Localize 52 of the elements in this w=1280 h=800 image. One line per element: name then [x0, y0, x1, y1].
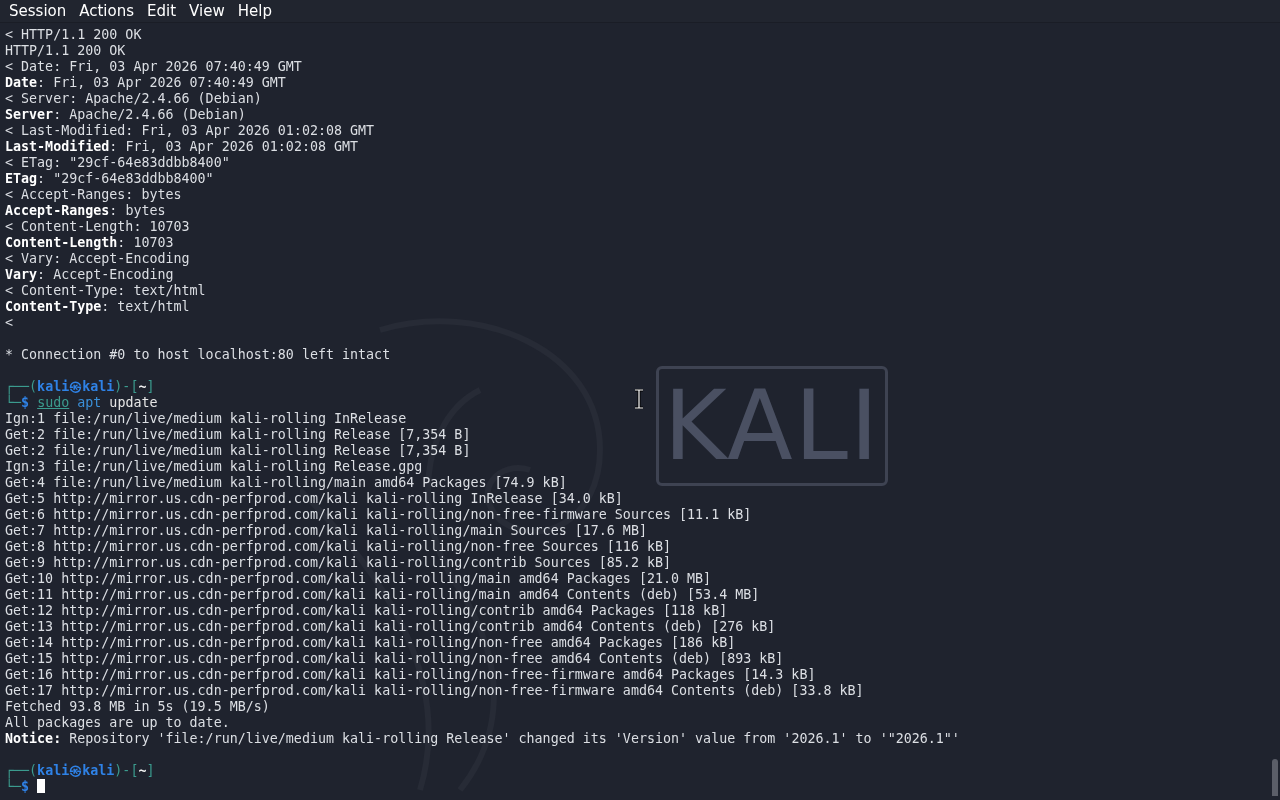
- terminal-line: Content-Length: 10703: [5, 235, 174, 251]
- terminal-line: ETag: "29cf-64e83ddbb8400": [5, 171, 214, 187]
- terminal-line: Notice: Repository 'file:/run/live/medium kali-rolling Release' changed its 'Version' value from '2026.1' to '"2026.1"': [5, 731, 960, 747]
- terminal-line: Accept-Ranges: bytes: [5, 203, 166, 219]
- menu-item[interactable]: Help: [232, 0, 277, 22]
- terminal-line: < Date: Fri, 03 Apr 2026 07:40:49 GMT: [5, 59, 302, 75]
- prompt-line: └─$: [5, 779, 30, 794]
- terminal-line: Fetched 93.8 MB in 5s (19.5 MB/s): [5, 699, 270, 715]
- text-cursor-icon: [634, 389, 644, 409]
- terminal-line: All packages are up to date.: [5, 715, 230, 731]
- terminal-line: Get:11 http://mirror.us.cdn-perfprod.com/kali kali-rolling/main amd64 Contents (deb) [53.4 MB]: [5, 587, 760, 603]
- terminal-line: Get:2 file:/run/live/medium kali-rolling Release [7,354 B]: [5, 427, 471, 443]
- prompt-line: ┌──(kali㉿kali)-[~]: [5, 763, 155, 779]
- terminal-line: <: [5, 315, 14, 331]
- terminal-line: Get:13 http://mirror.us.cdn-perfprod.com/kali kali-rolling/contrib amd64 Contents (deb) [276 kB]: [5, 619, 776, 635]
- terminal-line: Get:12 http://mirror.us.cdn-perfprod.com/kali kali-rolling/contrib amd64 Packages [118 kB]: [5, 603, 728, 619]
- terminal-line: Get:15 http://mirror.us.cdn-perfprod.com/kali kali-rolling/non-free amd64 Contents (deb) [893 kB]: [5, 651, 784, 667]
- terminal-line: < Content-Length: 10703: [5, 219, 190, 235]
- menu-item[interactable]: Session: [4, 0, 72, 22]
- terminal-line: Get:6 http://mirror.us.cdn-perfprod.com/kali kali-rolling/non-free-firmware Sources [11.1 kB]: [5, 507, 752, 523]
- terminal-line: Get:14 http://mirror.us.cdn-perfprod.com/kali kali-rolling/non-free amd64 Packages [186 kB]: [5, 635, 736, 651]
- terminal-line: HTTP/1.1 200 OK: [5, 43, 126, 59]
- terminal-line: < Last-Modified: Fri, 03 Apr 2026 01:02:08 GMT: [5, 123, 375, 139]
- terminal-line: Get:4 file:/run/live/medium kali-rolling/main amd64 Packages [74.9 kB]: [5, 475, 567, 491]
- terminal-line: Get:7 http://mirror.us.cdn-perfprod.com/kali kali-rolling/main Sources [17.6 MB]: [5, 523, 647, 539]
- terminal-line: < Accept-Ranges: bytes: [5, 187, 182, 203]
- terminal-line: Get:5 http://mirror.us.cdn-perfprod.com/kali kali-rolling InRelease [34.0 kB]: [5, 491, 623, 507]
- menu-item[interactable]: View: [184, 0, 230, 22]
- terminal-line: Server: Apache/2.4.66 (Debian): [5, 107, 246, 123]
- terminal-cursor: [37, 779, 46, 793]
- terminal-line: Last-Modified: Fri, 03 Apr 2026 01:02:08 GMT: [5, 139, 359, 155]
- menu-item[interactable]: Actions: [74, 0, 140, 22]
- terminal-line: Vary: Accept-Encoding: [5, 267, 174, 283]
- terminal-line: Get:8 http://mirror.us.cdn-perfprod.com/kali kali-rolling/non-free Sources [116 kB]: [5, 539, 671, 555]
- terminal-line: < Vary: Accept-Encoding: [5, 251, 190, 267]
- terminal-line: Ign:1 file:/run/live/medium kali-rolling InRelease: [5, 411, 407, 427]
- terminal-line: < Server: Apache/2.4.66 (Debian): [5, 91, 262, 107]
- terminal-line: Get:10 http://mirror.us.cdn-perfprod.com/kali kali-rolling/main amd64 Packages [21.0 MB]: [5, 571, 712, 587]
- terminal-line: < HTTP/1.1 200 OK: [5, 27, 142, 43]
- terminal-line: Ign:3 file:/run/live/medium kali-rolling Release.gpg: [5, 459, 423, 475]
- terminal-line: < Content-Type: text/html: [5, 283, 206, 299]
- menu-item[interactable]: Edit: [142, 0, 182, 22]
- prompt-line: ┌──(kali㉿kali)-[~]: [5, 379, 155, 395]
- terminal-line: Content-Type: text/html: [5, 299, 190, 315]
- prompt-line: └─$ sudo apt update: [5, 395, 158, 411]
- terminal-line: Get:2 file:/run/live/medium kali-rolling Release [7,354 B]: [5, 443, 471, 459]
- terminal-line: Get:16 http://mirror.us.cdn-perfprod.com/kali kali-rolling/non-free-firmware amd64 Packages [14.3 kB]: [5, 667, 816, 683]
- terminal-line: < ETag: "29cf-64e83ddbb8400": [5, 155, 230, 171]
- terminal-line: Get:9 http://mirror.us.cdn-perfprod.com/kali kali-rolling/contrib Sources [85.2 kB]: [5, 555, 671, 571]
- terminal-line: Get:17 http://mirror.us.cdn-perfprod.com/kali kali-rolling/non-free-firmware amd64 Contents (deb) [33.8 kB]: [5, 683, 864, 699]
- terminal-line: * Connection #0 to host localhost:80 left intact: [5, 347, 391, 363]
- terminal-line: Date: Fri, 03 Apr 2026 07:40:49 GMT: [5, 75, 286, 91]
